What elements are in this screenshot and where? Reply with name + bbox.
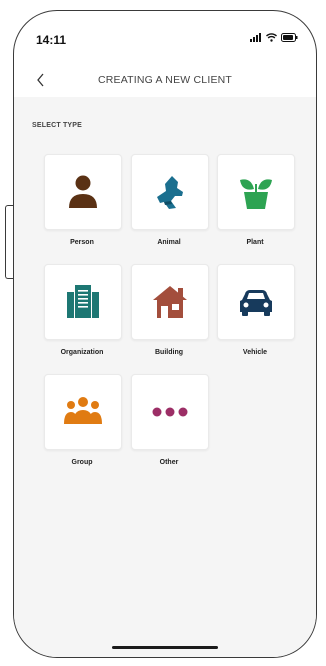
type-tile-box <box>44 154 122 230</box>
type-label: Organization <box>60 349 104 356</box>
type-label: Vehicle <box>242 349 268 356</box>
type-tile-organization[interactable]: Organization <box>44 264 122 356</box>
type-label: Building <box>155 349 183 356</box>
status-bar: 14:11 <box>14 11 316 61</box>
type-label: Person <box>70 239 94 246</box>
more-dots-icon <box>152 407 188 417</box>
type-selection-content: SELECT TYPE Person Animal Plant Organiza… <box>14 97 316 657</box>
house-icon <box>153 286 187 318</box>
plant-icon <box>240 179 272 209</box>
type-label: Plant <box>246 239 264 246</box>
wifi-icon <box>266 33 277 42</box>
type-tile-box <box>44 264 122 340</box>
type-label: Animal <box>157 239 181 246</box>
type-tile-box <box>131 264 209 340</box>
dog-icon <box>157 176 183 209</box>
type-tile-box <box>44 374 122 450</box>
group-icon <box>64 397 102 424</box>
type-tile-plant[interactable]: Plant <box>217 154 295 246</box>
type-tile-person[interactable]: Person <box>44 154 122 246</box>
type-tile-box <box>131 154 209 230</box>
person-icon <box>69 175 97 208</box>
status-time: 14:11 <box>36 33 67 47</box>
type-tile-animal[interactable]: Animal <box>131 154 209 246</box>
navigation-bar: CREATING A NEW CLIENT <box>14 67 316 98</box>
type-tile-box <box>217 154 295 230</box>
type-grid: Person Animal Plant Organization Buildin… <box>14 97 316 657</box>
type-tile-vehicle[interactable]: Vehicle <box>217 264 295 356</box>
type-label: Group <box>71 459 93 466</box>
organization-icon <box>67 285 99 318</box>
signal-icon <box>250 33 261 42</box>
status-icons <box>250 33 298 42</box>
type-tile-other[interactable]: Other <box>131 374 209 466</box>
phone-frame: 14:11 CREATING A NEW CLIENT SELECT TYPE … <box>13 10 317 658</box>
page-title: CREATING A NEW CLIENT <box>97 74 233 86</box>
type-tile-box <box>131 374 209 450</box>
battery-icon <box>281 33 298 42</box>
type-tile-group[interactable]: Group <box>44 374 122 466</box>
home-indicator[interactable] <box>112 646 218 649</box>
type-tile-box <box>217 264 295 340</box>
car-icon <box>240 290 272 316</box>
type-label: Other <box>159 459 179 466</box>
type-tile-building[interactable]: Building <box>131 264 209 356</box>
